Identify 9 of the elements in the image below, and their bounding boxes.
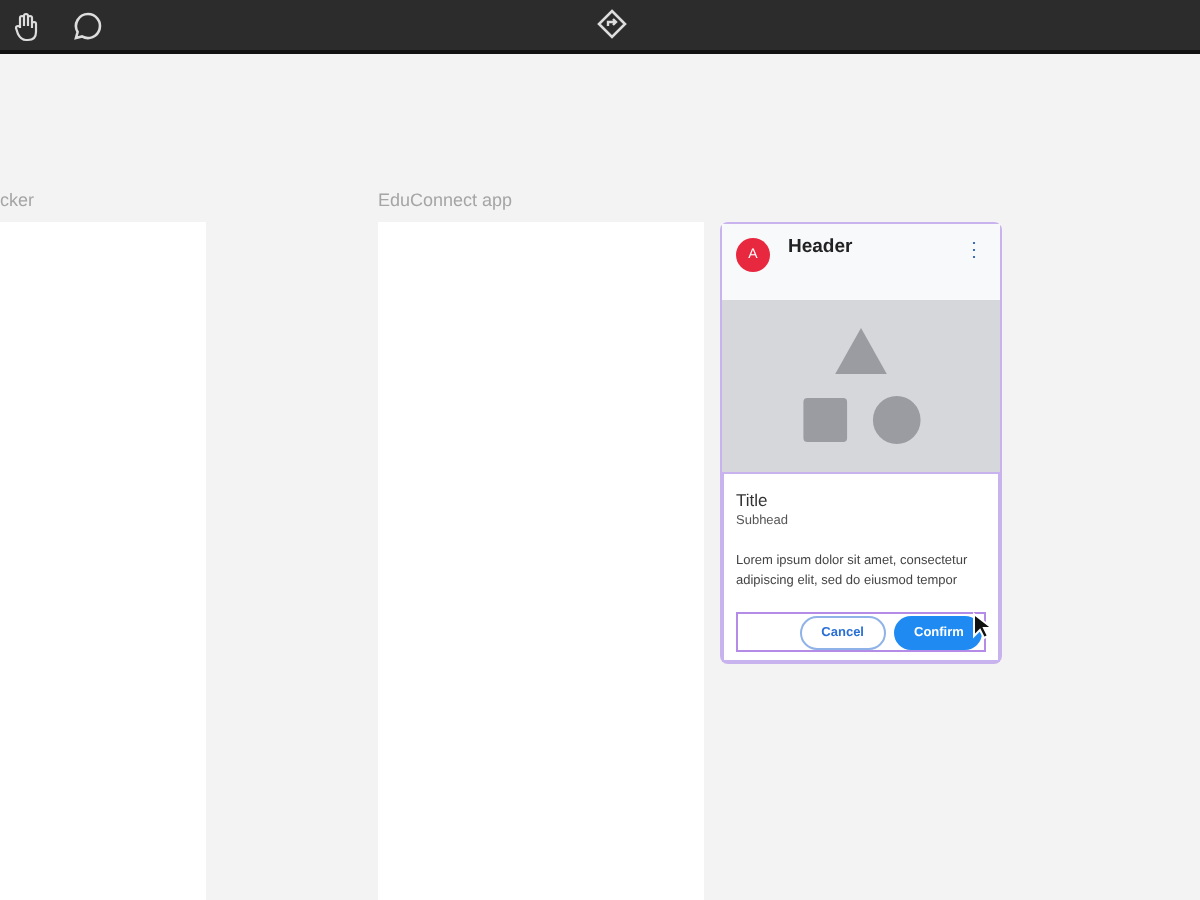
- frame-label: EduConnect app: [378, 190, 513, 210]
- pointer-icon: [972, 612, 992, 640]
- comment-icon[interactable]: [72, 9, 104, 41]
- hand-icon[interactable]: [10, 9, 42, 41]
- card-header: Header: [788, 236, 855, 258]
- more-menu-button[interactable]: ⋮: [964, 242, 984, 262]
- diamond-arrow-icon[interactable]: [596, 8, 628, 40]
- card-title: Title: [736, 490, 770, 510]
- frame-label: cker: [0, 190, 35, 210]
